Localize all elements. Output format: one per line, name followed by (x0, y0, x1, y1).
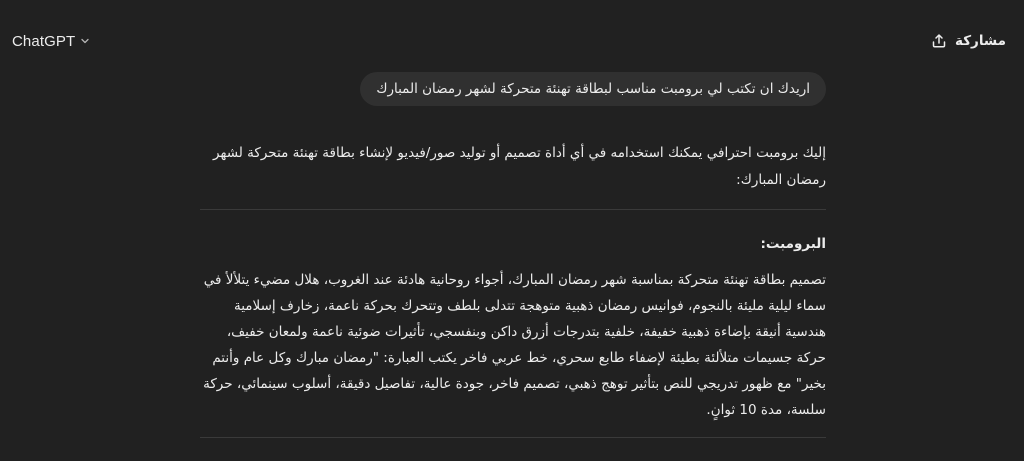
chevron-down-icon (79, 35, 91, 47)
user-message-bubble: اريدك ان تكتب لي برومبت مناسب لبطاقة تهن… (360, 72, 826, 106)
divider (200, 209, 826, 210)
user-message-text: اريدك ان تكتب لي برومبت مناسب لبطاقة تهن… (376, 81, 810, 97)
assistant-intro: إليك برومبت احترافي يمكنك استخدامه في أي… (213, 145, 826, 188)
share-icon (931, 33, 947, 49)
assistant-message: إليك برومبت احترافي يمكنك استخدامه في أي… (200, 140, 826, 438)
divider-bottom (200, 437, 826, 438)
share-button[interactable]: مشاركة (927, 28, 1010, 54)
chat-page: ChatGPT مشاركة اريدك ان تكتب لي برومبت م… (0, 0, 1024, 461)
conversation-thread: اريدك ان تكتب لي برومبت مناسب لبطاقة تهن… (200, 0, 826, 461)
prompt-heading: البرومبت: (760, 236, 826, 252)
model-name: ChatGPT (12, 32, 76, 50)
prompt-body: تصميم بطاقة تهنئة متحركة بمناسبة شهر رمض… (203, 272, 826, 418)
share-label: مشاركة (955, 33, 1006, 49)
model-selector[interactable]: ChatGPT (8, 28, 95, 54)
